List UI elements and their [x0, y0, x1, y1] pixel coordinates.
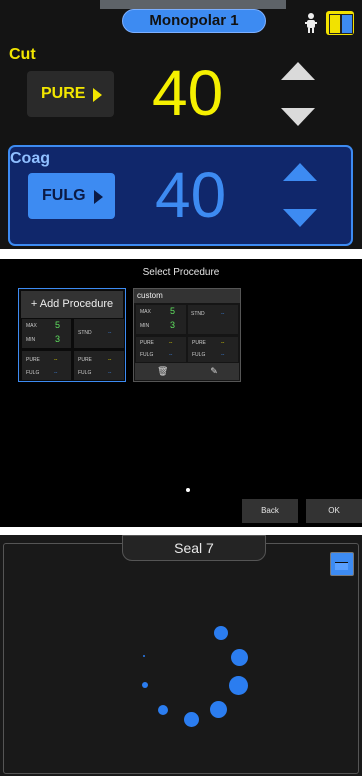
stnd-cell: STND -- — [188, 305, 238, 334]
pure-value: -- — [54, 357, 58, 363]
pure-value: -- — [221, 340, 225, 346]
pure-fulg-cell-2: PURE -- FULG -- — [188, 337, 238, 362]
fulg-label: FULG — [26, 370, 40, 376]
fulg-value: -- — [54, 370, 58, 376]
min-label: MIN — [26, 337, 36, 343]
min-label: MIN — [140, 323, 150, 329]
custom-card-title: custom — [134, 289, 240, 303]
add-procedure-button[interactable]: + Add Procedure — [21, 291, 123, 318]
stnd-label: STND — [78, 330, 92, 336]
coag-value: 40 — [155, 159, 227, 231]
stnd-value: -- — [108, 330, 112, 336]
pure-value: -- — [169, 340, 173, 346]
chevron-right-icon — [94, 190, 103, 204]
custom-procedure-card[interactable]: custom MAX 5 MIN 3 STND -- PURE -- FULG … — [133, 288, 241, 382]
cut-mode-button[interactable]: PURE — [27, 71, 114, 117]
min-value: 3 — [170, 320, 176, 330]
spinner-dot — [214, 626, 228, 640]
panel-border — [3, 543, 359, 774]
pure-label: PURE — [78, 357, 92, 363]
stnd-cell: STND -- — [74, 319, 124, 348]
spinner-dot — [229, 676, 248, 695]
pure-value: -- — [108, 357, 112, 363]
trash-icon[interactable]: 🗑 — [157, 366, 168, 376]
split-pad-icon[interactable] — [326, 11, 354, 35]
split-pad-left — [329, 14, 341, 34]
max-label: MAX — [26, 323, 37, 329]
split-pad-right — [341, 14, 353, 34]
fulg-label: FULG — [78, 370, 92, 376]
seal-title: Seal 7 — [122, 535, 266, 561]
pure-fulg-cell-2: PURE -- FULG -- — [74, 351, 124, 380]
stnd-label: STND — [191, 311, 205, 317]
back-button[interactable]: Back — [242, 499, 298, 523]
coag-label: Coag — [10, 150, 50, 167]
coag-mode-button[interactable]: FULG — [28, 173, 115, 219]
pure-fulg-cell: PURE -- FULG -- — [22, 351, 71, 380]
edit-icon[interactable]: ✎ — [209, 366, 219, 376]
cut-mode-label: PURE — [41, 85, 86, 102]
spinner-dot — [184, 712, 199, 727]
fulg-value: -- — [108, 370, 112, 376]
chevron-right-icon — [93, 88, 102, 102]
mode-title: Monopolar 1 — [122, 9, 266, 33]
fulg-label: FULG — [192, 352, 206, 358]
max-min-cell: MAX 5 MIN 3 — [22, 319, 71, 348]
monopolar-panel: Monopolar 1 Cut PURE 40 Coag FULG 40 — [0, 0, 362, 249]
page-title: Select Procedure — [142, 267, 220, 278]
pure-fulg-cell: PURE -- FULG -- — [136, 337, 186, 362]
cut-increase-button[interactable] — [281, 62, 315, 80]
pure-label: PURE — [140, 340, 154, 346]
max-value: 5 — [55, 320, 61, 330]
cut-value: 40 — [152, 57, 224, 129]
device-icon-fill — [335, 562, 348, 570]
page-indicator-dot — [186, 488, 190, 492]
select-procedure-panel: Select Procedure + Add Procedure MAX 5 M… — [0, 259, 362, 527]
custom-card-actions: 🗑 ✎ — [135, 363, 239, 380]
add-procedure-card[interactable]: + Add Procedure MAX 5 MIN 3 STND -- PURE… — [18, 288, 126, 382]
fulg-label: FULG — [140, 352, 154, 358]
coag-mode-label: FULG — [42, 187, 86, 204]
pure-label: PURE — [192, 340, 206, 346]
spinner-dot — [143, 655, 145, 657]
spinner-dot — [142, 682, 148, 688]
patient-icon — [305, 13, 317, 33]
cut-decrease-button[interactable] — [281, 108, 315, 126]
coag-decrease-button[interactable] — [283, 209, 317, 227]
fulg-value: -- — [221, 352, 225, 358]
spinner-dot — [231, 649, 248, 666]
min-value: 3 — [55, 334, 61, 344]
max-value: 5 — [170, 306, 176, 316]
cut-label: Cut — [9, 46, 36, 63]
device-icon[interactable] — [330, 552, 354, 576]
spinner-dot — [210, 701, 227, 718]
ok-button[interactable]: OK — [306, 499, 362, 523]
pure-label: PURE — [26, 357, 40, 363]
max-min-cell: MAX 5 MIN 3 — [136, 305, 186, 334]
stnd-value: -- — [221, 311, 225, 317]
max-label: MAX — [140, 309, 151, 315]
seal-panel: Seal 7 — [0, 535, 362, 776]
tab-shadow — [100, 0, 286, 9]
spinner-dot — [158, 705, 168, 715]
coag-increase-button[interactable] — [283, 163, 317, 181]
fulg-value: -- — [169, 352, 173, 358]
